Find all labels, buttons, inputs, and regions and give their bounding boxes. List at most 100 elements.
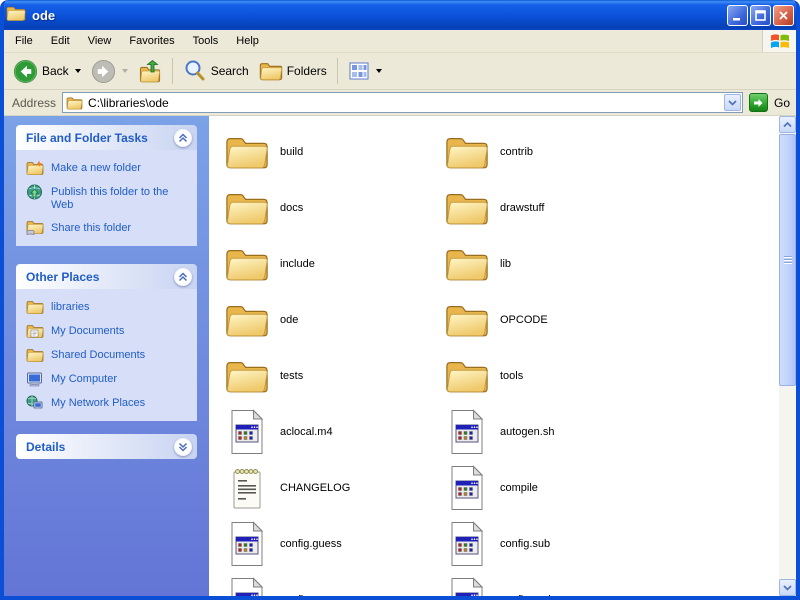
addressbar: Address C:\libraries\ode Go [4,90,796,116]
collapse-panel-button[interactable] [174,268,192,286]
folder-item-tools[interactable]: tools [443,348,663,404]
window-title: ode [32,8,727,23]
address-label: Address [12,96,56,110]
share-folder-link[interactable]: Share this folder [26,220,191,236]
views-icon [348,60,370,82]
menu-help[interactable]: Help [227,32,268,50]
window-folder-icon [6,5,26,25]
up-folder-icon [138,59,162,83]
back-dropdown-arrow[interactable] [75,69,81,73]
titlebar[interactable]: ode [0,0,800,30]
go-label[interactable]: Go [774,96,790,110]
address-value[interactable]: C:\libraries\ode [88,96,724,110]
menu-file[interactable]: File [6,32,42,50]
back-button[interactable]: Back [8,56,86,87]
generic-file-icon [223,408,271,456]
scroll-up-button[interactable] [779,116,796,133]
chevron-up-icon [178,133,188,143]
publish-folder-link[interactable]: Publish this folder to the Web [26,184,191,212]
file-item-aclocal-m4[interactable]: aclocal.m4 [223,404,443,460]
chevron-down-icon [783,585,792,591]
text-file-icon [223,464,271,512]
shared-documents-link[interactable]: Shared Documents [26,347,191,363]
file-item-configure[interactable]: configure [223,572,443,596]
item-label: aclocal.m4 [280,426,333,438]
views-dropdown-arrow[interactable] [376,69,382,73]
search-button[interactable]: Search [178,56,254,86]
maximize-button[interactable] [750,5,771,26]
forward-button[interactable] [86,56,133,87]
forward-icon [91,59,116,84]
folders-button[interactable]: Folders [254,57,332,85]
toolbar-separator [172,58,173,84]
file-item-changelog[interactable]: CHANGELOG [223,460,443,516]
scrollbar-thumb[interactable] [779,134,796,386]
folder-item-tests[interactable]: tests [223,348,443,404]
item-label: CHANGELOG [280,482,350,494]
menu-view[interactable]: View [79,32,121,50]
my-computer-link[interactable]: My Computer [26,371,191,387]
item-label: config.guess [280,538,342,550]
scroll-down-button[interactable] [779,579,796,596]
folder-item-lib[interactable]: lib [443,236,663,292]
address-dropdown-button[interactable] [724,94,741,111]
task-label: Shared Documents [51,347,145,362]
task-pane-sidebar: File and Folder Tasks Make a new folder [4,116,209,596]
folder-item-drawstuff[interactable]: drawstuff [443,180,663,236]
collapse-panel-button[interactable] [174,129,192,147]
panel-title: Other Places [26,270,99,284]
folder-icon [223,296,271,344]
new-folder-icon [26,160,44,176]
generic-file-icon [223,576,271,596]
address-input[interactable]: C:\libraries\ode [62,92,743,113]
file-item-autogen-sh[interactable]: autogen.sh [443,404,663,460]
libraries-link[interactable]: libraries [26,299,191,315]
other-places-header[interactable]: Other Places [16,264,197,289]
task-label: Publish this folder to the Web [51,184,191,212]
item-label: autogen.sh [500,426,554,438]
folder-icon [223,352,271,400]
other-places-panel: Other Places libraries [16,264,197,421]
file-and-folder-tasks-panel: File and Folder Tasks Make a new folder [16,125,197,246]
minimize-button[interactable] [727,5,748,26]
folder-item-opcode[interactable]: OPCODE [443,292,663,348]
menu-edit[interactable]: Edit [42,32,79,50]
folder-item-build[interactable]: build [223,124,443,180]
folder-icon [443,184,491,232]
task-label: Share this folder [51,220,131,235]
item-label: include [280,258,315,270]
menubar: File Edit View Favorites Tools Help [4,30,796,53]
details-header[interactable]: Details [16,434,197,459]
menu-favorites[interactable]: Favorites [120,32,183,50]
search-icon [183,59,207,83]
up-button[interactable] [133,56,167,86]
item-label: configure.in [500,594,557,596]
vertical-scrollbar[interactable] [779,116,796,596]
file-item-config-guess[interactable]: config.guess [223,516,443,572]
item-label: contrib [500,146,533,158]
file-item-configure-in[interactable]: configure.in [443,572,663,596]
toolbar-separator [337,58,338,84]
menu-tools[interactable]: Tools [184,32,228,50]
file-and-folder-tasks-header[interactable]: File and Folder Tasks [16,125,197,150]
item-label: compile [500,482,538,494]
close-button[interactable] [773,5,794,26]
my-network-places-link[interactable]: My Network Places [26,395,191,411]
my-computer-icon [26,371,44,387]
make-new-folder-link[interactable]: Make a new folder [26,160,191,176]
file-item-config-sub[interactable]: config.sub [443,516,663,572]
folder-icon [223,128,271,176]
my-documents-link[interactable]: My Documents [26,323,191,339]
file-list-area[interactable]: build contrib docs drawstuff include [209,116,796,596]
file-item-compile[interactable]: compile [443,460,663,516]
generic-file-icon [443,464,491,512]
folder-item-include[interactable]: include [223,236,443,292]
folder-item-docs[interactable]: docs [223,180,443,236]
expand-panel-button[interactable] [174,438,192,456]
folder-item-ode[interactable]: ode [223,292,443,348]
close-icon [778,10,789,21]
folder-icon [223,184,271,232]
views-button[interactable] [343,57,387,85]
folder-item-contrib[interactable]: contrib [443,124,663,180]
go-button[interactable] [749,93,768,112]
